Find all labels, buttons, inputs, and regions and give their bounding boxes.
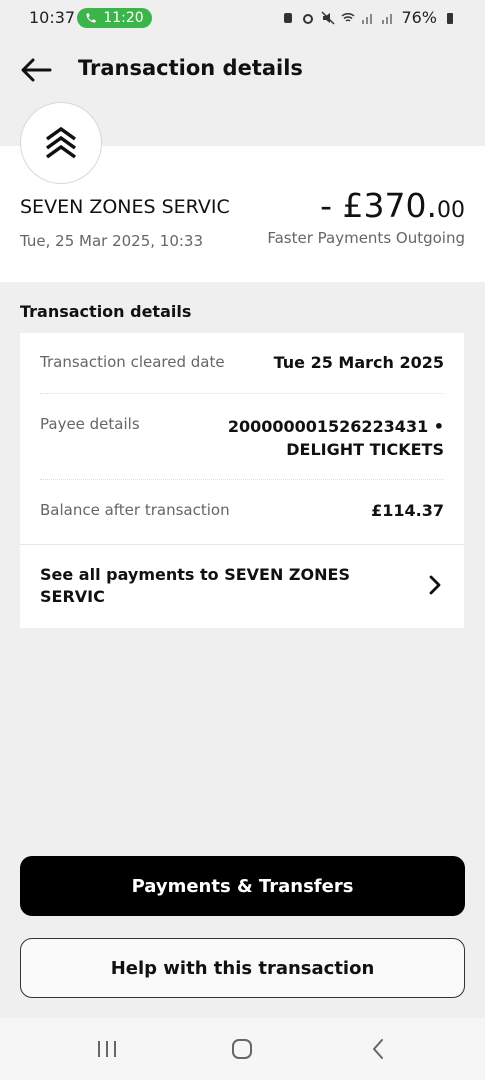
status-icons: 76% bbox=[281, 8, 457, 27]
signal-icon-2 bbox=[382, 13, 393, 24]
wifi-icon bbox=[341, 12, 355, 22]
detail-row-cleared-date: Transaction cleared date Tue 25 March 20… bbox=[40, 353, 444, 372]
arrow-left-icon bbox=[21, 58, 52, 82]
merchant-logo bbox=[20, 102, 102, 184]
detail-row-balance: Balance after transaction £114.37 bbox=[40, 501, 444, 520]
detail-row-payee: Payee details 200000001526223431 • DELIG… bbox=[40, 415, 444, 461]
recent-apps-button[interactable] bbox=[87, 1036, 127, 1062]
home-button[interactable] bbox=[222, 1036, 262, 1062]
chevron-right-icon bbox=[429, 575, 441, 595]
details-card: Transaction cleared date Tue 25 March 20… bbox=[20, 333, 464, 628]
payee-name: DELIGHT TICKETS bbox=[286, 440, 444, 459]
detail-value-payee: 200000001526223431 • DELIGHT TICKETS bbox=[228, 415, 444, 461]
chevron-stack-icon bbox=[45, 126, 77, 159]
ongoing-call-pill[interactable]: 11:20 bbox=[77, 8, 152, 28]
mute-icon bbox=[321, 10, 335, 25]
detail-value: Tue 25 March 2025 bbox=[273, 353, 444, 372]
recent-apps-icon bbox=[98, 1041, 116, 1057]
detail-value: £114.37 bbox=[371, 501, 444, 520]
system-back-button[interactable] bbox=[358, 1036, 398, 1062]
detail-label: Transaction cleared date bbox=[40, 353, 225, 371]
battery-icon bbox=[447, 12, 453, 24]
status-bar: 10:37 11:20 76% bbox=[0, 0, 485, 36]
see-all-payments-link[interactable]: See all payments to SEVEN ZONES SERVIC bbox=[20, 545, 464, 628]
merchant-name: SEVEN ZONES SERVIC bbox=[20, 196, 230, 218]
payments-transfers-button[interactable]: Payments & Transfers bbox=[20, 856, 465, 916]
back-button[interactable] bbox=[16, 50, 56, 90]
payee-account: 200000001526223431 • bbox=[227, 417, 444, 436]
detail-label: Balance after transaction bbox=[40, 501, 230, 519]
system-nav-bar bbox=[0, 1018, 485, 1080]
app-header: Transaction details bbox=[0, 36, 485, 102]
call-timer: 11:20 bbox=[103, 10, 144, 26]
details-section-title: Transaction details bbox=[20, 302, 192, 321]
phone-icon bbox=[86, 13, 96, 23]
transaction-amount: - £370.00 bbox=[320, 186, 465, 225]
page-title: Transaction details bbox=[78, 56, 303, 80]
see-all-payments-label: See all payments to SEVEN ZONES SERVIC bbox=[40, 565, 350, 606]
detail-label: Payee details bbox=[40, 415, 140, 433]
divider bbox=[40, 393, 444, 394]
amount-main: - £370. bbox=[320, 186, 437, 225]
back-icon bbox=[373, 1039, 383, 1059]
alarm-icon bbox=[284, 12, 293, 23]
transaction-type: Faster Payments Outgoing bbox=[267, 229, 465, 247]
divider bbox=[40, 479, 444, 480]
battery-percent: 76% bbox=[401, 8, 437, 27]
status-time: 10:37 bbox=[29, 8, 76, 27]
amount-pence: 00 bbox=[437, 198, 465, 223]
alarm-clock-icon bbox=[303, 13, 314, 24]
transaction-date: Tue, 25 Mar 2025, 10:33 bbox=[20, 232, 204, 250]
home-icon bbox=[232, 1039, 252, 1059]
signal-icon bbox=[362, 13, 373, 24]
help-with-transaction-button[interactable]: Help with this transaction bbox=[20, 938, 465, 998]
